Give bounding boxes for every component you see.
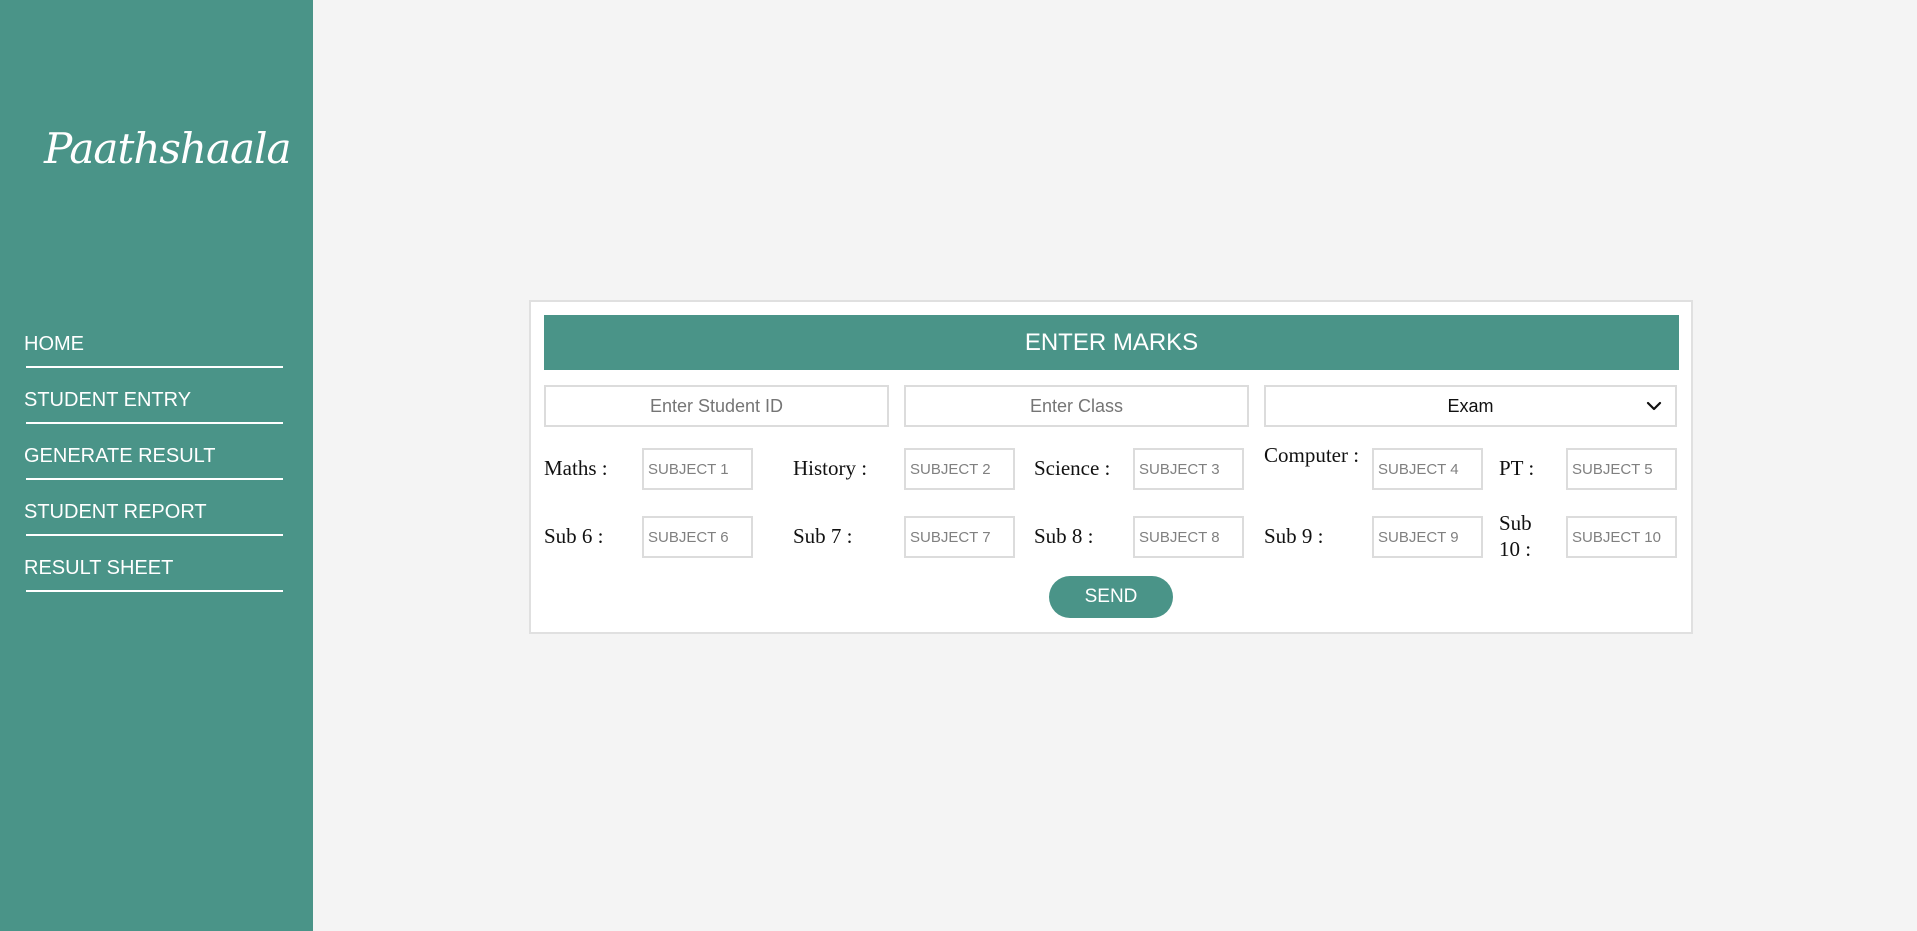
subject-label-sub-6: Sub 6 : (544, 524, 604, 548)
subject-label-sub-8: Sub 8 : (1034, 524, 1094, 548)
subject-5-input[interactable] (1566, 448, 1677, 490)
class-input[interactable] (904, 385, 1249, 427)
subject-label-sub-9: Sub 9 : (1264, 524, 1324, 548)
sidebar-item-label: GENERATE RESULT (24, 445, 216, 467)
student-id-input[interactable] (544, 385, 889, 427)
sidebar-item-student-entry[interactable]: STUDENT ENTRY (0, 384, 313, 440)
divider (26, 590, 283, 592)
subject-label-sub-10: Sub 10 : (1499, 511, 1532, 561)
subject-8-input[interactable] (1133, 516, 1244, 558)
exam-select-value: Exam (1447, 395, 1494, 416)
enter-marks-form: ENTER MARKS Exam Maths : History : Scien… (529, 300, 1693, 634)
subject-label-sub-7: Sub 7 : (793, 524, 853, 548)
divider (26, 534, 283, 536)
subject-6-input[interactable] (642, 516, 753, 558)
sidebar-item-label: RESULT SHEET (24, 557, 174, 579)
sidebar-item-result-sheet[interactable]: RESULT SHEET (0, 552, 313, 608)
divider (26, 422, 283, 424)
sidebar-item-generate-result[interactable]: GENERATE RESULT (0, 440, 313, 496)
exam-select[interactable]: Exam (1264, 385, 1677, 427)
subject-label-computer: Computer : (1264, 443, 1360, 467)
divider (26, 366, 283, 368)
brand-logo: Paathshaala (44, 124, 292, 173)
subject-2-input[interactable] (904, 448, 1015, 490)
sidebar: Paathshaala HOME STUDENT ENTRY GENERATE … (0, 0, 313, 931)
send-button[interactable]: SEND (1049, 576, 1173, 618)
sidebar-item-home[interactable]: HOME (0, 328, 313, 384)
subject-label-maths: Maths : (544, 456, 608, 480)
subject-3-input[interactable] (1133, 448, 1244, 490)
chevron-down-icon (1645, 397, 1663, 415)
subject-label-science: Science : (1034, 456, 1111, 480)
sidebar-item-label: HOME (24, 333, 84, 355)
sidebar-nav: HOME STUDENT ENTRY GENERATE RESULT STUDE… (0, 328, 313, 608)
subject-1-input[interactable] (642, 448, 753, 490)
subject-10-input[interactable] (1566, 516, 1677, 558)
divider (26, 478, 283, 480)
form-title: ENTER MARKS (544, 315, 1679, 370)
subject-label-history: History : (793, 456, 868, 480)
subject-7-input[interactable] (904, 516, 1015, 558)
sidebar-item-label: STUDENT ENTRY (24, 389, 192, 411)
subject-label-pt: PT : (1499, 456, 1535, 480)
sidebar-item-label: STUDENT REPORT (24, 501, 207, 523)
subject-4-input[interactable] (1372, 448, 1483, 490)
sidebar-item-student-report[interactable]: STUDENT REPORT (0, 496, 313, 552)
subject-9-input[interactable] (1372, 516, 1483, 558)
